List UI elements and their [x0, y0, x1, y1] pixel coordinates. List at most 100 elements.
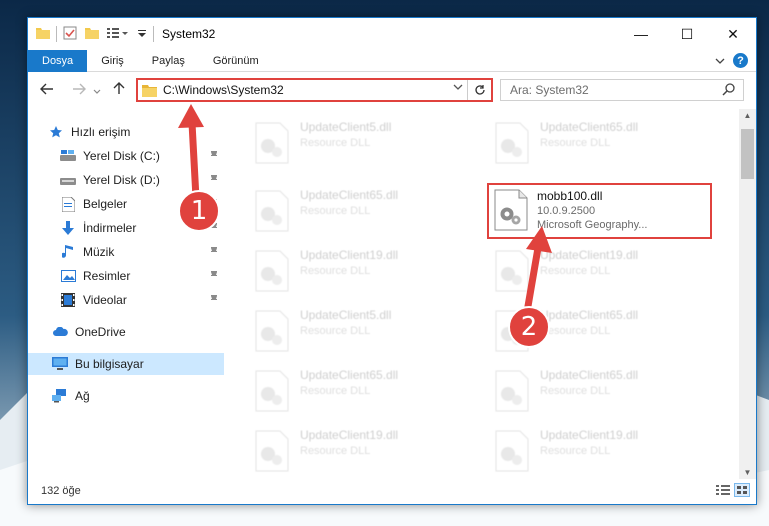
- pin-icon[interactable]: [210, 150, 218, 163]
- separator: [56, 26, 57, 42]
- drive-icon: [60, 172, 76, 188]
- refresh-icon[interactable]: [467, 80, 491, 100]
- scroll-thumb[interactable]: [741, 129, 754, 179]
- dll-file-icon: [255, 122, 289, 164]
- properties-icon[interactable]: [63, 26, 77, 43]
- dll-file-icon: [495, 122, 529, 164]
- status-bar: 132 öğe: [28, 478, 756, 504]
- title-bar: System32 — ☐ ✕: [28, 18, 756, 50]
- chevron-down-icon[interactable]: [453, 83, 463, 94]
- folder-icon: [36, 27, 50, 42]
- nav-item-onedrive[interactable]: OneDrive: [52, 321, 224, 343]
- file-name: UpdateClient5.dll: [300, 120, 392, 134]
- close-button[interactable]: ✕: [710, 18, 756, 50]
- file-name: UpdateClient65.dll: [300, 368, 399, 382]
- pin-icon[interactable]: [210, 294, 218, 307]
- nav-item-network[interactable]: Ağ: [52, 385, 224, 407]
- window-title: System32: [162, 27, 216, 41]
- file-tile[interactable]: UpdateClient19.dll Resource DLL: [246, 245, 471, 301]
- dll-file-icon: [255, 250, 289, 292]
- file-name: UpdateClient65.dll: [540, 120, 639, 134]
- file-tile[interactable]: UpdateClient65.dll Resource DLL: [246, 185, 471, 241]
- chevron-down-icon[interactable]: [715, 54, 725, 68]
- nav-label: Videolar: [83, 293, 127, 307]
- nav-label: Yerel Disk (C:): [83, 149, 160, 163]
- scroll-up-icon[interactable]: ▲: [739, 111, 756, 120]
- dll-file-icon: [255, 190, 289, 232]
- up-arrow-icon[interactable]: [108, 81, 130, 99]
- file-type: Resource DLL: [540, 445, 611, 457]
- tab-home[interactable]: Giriş: [87, 50, 138, 72]
- help-button[interactable]: ?: [733, 53, 748, 68]
- new-folder-icon[interactable]: [85, 27, 99, 42]
- cloud-icon: [52, 324, 68, 340]
- file-tile[interactable]: UpdateClient65.dll Resource DLL: [486, 365, 711, 421]
- address-bar[interactable]: C:\Windows\System32: [136, 78, 493, 102]
- file-tile[interactable]: UpdateClient19.dll Resource DLL: [486, 245, 711, 301]
- nav-item-local-disk-c[interactable]: Yerel Disk (C:): [60, 145, 224, 167]
- tab-file[interactable]: Dosya: [28, 49, 88, 72]
- file-name: UpdateClient65.dll: [540, 368, 639, 382]
- ribbon-tabs: Dosya Giriş Paylaş Görünüm ?: [28, 49, 756, 72]
- nav-item-local-disk-d[interactable]: Yerel Disk (D:): [60, 169, 224, 191]
- tab-share[interactable]: Paylaş: [138, 50, 199, 72]
- nav-item-this-pc[interactable]: Bu bilgisayar: [28, 353, 224, 375]
- pin-icon[interactable]: [210, 246, 218, 259]
- customize-toolbar-icon[interactable]: [137, 27, 147, 41]
- file-type: Resource DLL: [300, 205, 371, 217]
- file-tile[interactable]: UpdateClient65.dll Resource DLL: [486, 117, 711, 173]
- vertical-scrollbar[interactable]: ▲ ▼: [739, 109, 756, 479]
- maximize-button[interactable]: ☐: [664, 18, 710, 50]
- nav-item-videos[interactable]: Videolar: [60, 289, 224, 311]
- nav-item-pictures[interactable]: Resimler: [60, 265, 224, 287]
- minimize-button[interactable]: —: [618, 18, 664, 50]
- address-path[interactable]: C:\Windows\System32: [163, 83, 284, 97]
- dll-file-icon: [255, 370, 289, 412]
- video-icon: [60, 292, 76, 308]
- forward-arrow-icon[interactable]: [68, 82, 90, 99]
- documents-icon: [60, 196, 76, 212]
- step-marker-1: 1: [178, 190, 220, 232]
- pictures-icon: [60, 268, 76, 284]
- dll-file-icon: [494, 189, 528, 231]
- computer-icon: [52, 356, 68, 372]
- file-tile[interactable]: UpdateClient19.dll Resource DLL: [486, 425, 711, 479]
- file-type: Resource DLL: [540, 265, 611, 277]
- file-tile[interactable]: UpdateClient5.dll Resource DLL: [246, 305, 471, 361]
- search-box[interactable]: Ara: System32: [500, 79, 744, 101]
- nav-label: OneDrive: [75, 325, 126, 339]
- folder-icon: [142, 84, 157, 97]
- search-input[interactable]: Ara: System32: [510, 83, 589, 97]
- file-tile-mobb100[interactable]: mobb100.dll 10.0.9.2500 Microsoft Geogra…: [487, 183, 712, 239]
- star-icon: [48, 124, 64, 140]
- recent-locations-icon[interactable]: [92, 82, 102, 99]
- dll-file-icon: [255, 430, 289, 472]
- nav-item-music[interactable]: Müzik: [60, 241, 224, 263]
- file-type: Resource DLL: [540, 385, 611, 397]
- back-arrow-icon[interactable]: [36, 82, 58, 99]
- file-type: Resource DLL: [300, 445, 371, 457]
- list-view-icon[interactable]: [107, 27, 129, 42]
- address-row: C:\Windows\System32 Ara: System32: [28, 72, 756, 108]
- navigation-pane: Hızlı erişim Yerel Disk (C:) Yerel Disk …: [28, 109, 224, 479]
- details-view-icon[interactable]: [715, 483, 731, 497]
- file-type: Resource DLL: [540, 137, 611, 149]
- file-type: Resource DLL: [300, 385, 371, 397]
- tiles-view-icon[interactable]: [734, 483, 750, 497]
- nav-label: İndirmeler: [83, 221, 137, 235]
- file-version: 10.0.9.2500: [537, 205, 596, 217]
- scroll-down-icon[interactable]: ▼: [739, 468, 756, 477]
- file-type: Resource DLL: [300, 325, 371, 337]
- nav-quick-access[interactable]: Hızlı erişim: [48, 121, 224, 143]
- tab-view[interactable]: Görünüm: [199, 50, 273, 72]
- file-tile[interactable]: UpdateClient19.dll Resource DLL: [246, 425, 471, 479]
- file-name: UpdateClient19.dll: [540, 248, 639, 262]
- file-list: UpdateClient5.dll Resource DLL UpdateClie…: [224, 109, 740, 479]
- pin-icon[interactable]: [210, 174, 218, 187]
- nav-label: Resimler: [83, 269, 131, 283]
- file-tile[interactable]: UpdateClient5.dll Resource DLL: [246, 117, 471, 173]
- file-tile[interactable]: UpdateClient65.dll Resource DLL: [246, 365, 471, 421]
- nav-label: Müzik: [83, 245, 115, 259]
- search-icon[interactable]: [722, 83, 735, 99]
- pin-icon[interactable]: [210, 270, 218, 283]
